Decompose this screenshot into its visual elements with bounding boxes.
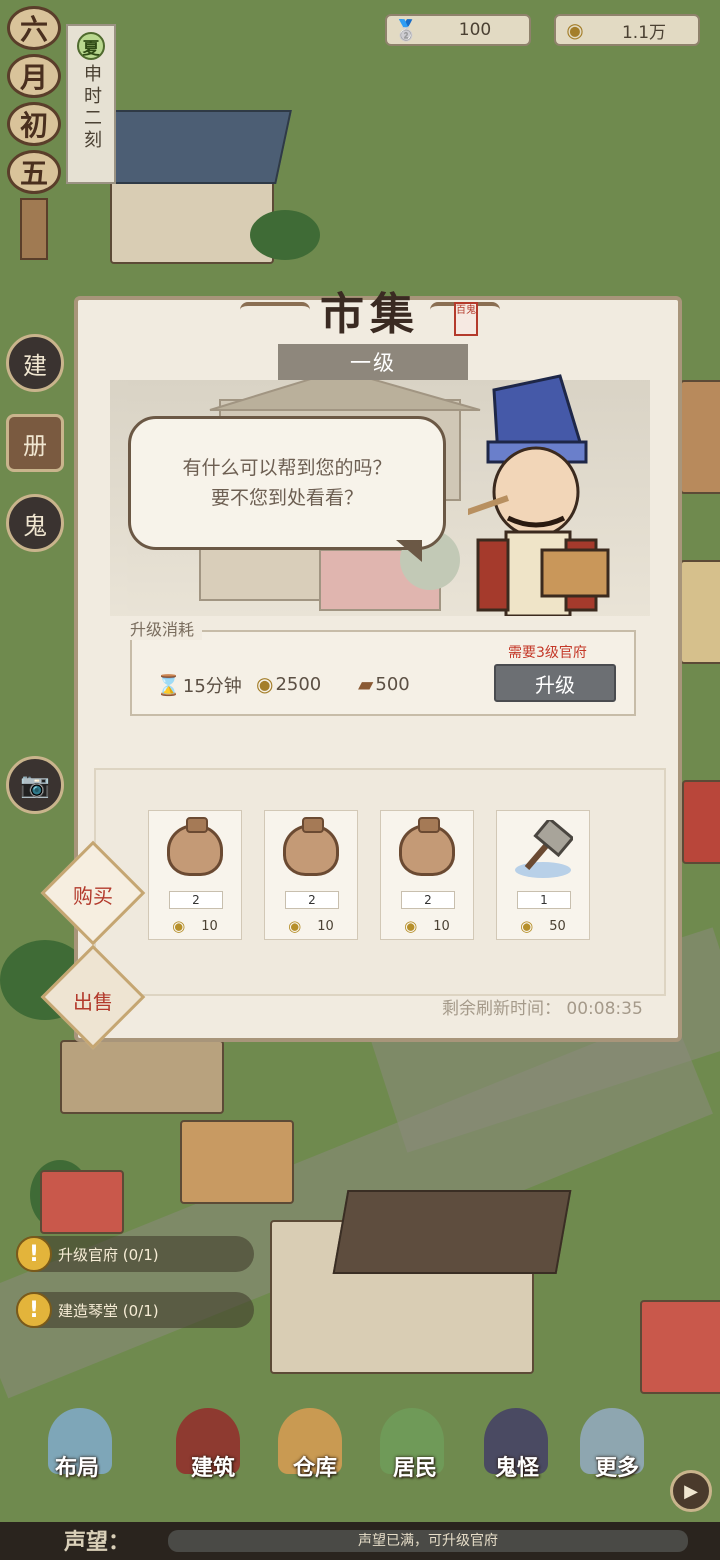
- item-price: ◉ 10: [265, 917, 357, 935]
- buy-tab-label: 购买: [73, 884, 113, 908]
- cost-wood: ▰ 500: [358, 672, 410, 696]
- panel-title-wrap: 市集 百鬼: [240, 278, 500, 340]
- cost-wood-value: 500: [375, 673, 410, 695]
- camera-button[interactable]: 📷: [6, 756, 64, 814]
- shop-item[interactable]: 2 ◉ 10: [264, 810, 358, 940]
- speech-tail: [396, 540, 422, 562]
- upgrade-cost-label: 升级消耗: [122, 616, 203, 640]
- speech-line: 有什么可以帮到您的吗？: [182, 457, 392, 479]
- nav-warehouse[interactable]: 仓库: [270, 1450, 360, 1482]
- sell-tab-label: 出售: [73, 990, 113, 1014]
- reputation-status: 声望已满，可升级官府: [358, 1533, 498, 1549]
- npc-speech-bubble: 有什么可以帮到您的吗？ 要不您到处看看？: [128, 416, 446, 550]
- hammer-icon: [511, 819, 575, 881]
- item-price-value: 10: [433, 918, 450, 934]
- item-price-value: 10: [201, 918, 218, 934]
- speech-line: 要不您到处看看？: [210, 487, 363, 509]
- coin-icon: ◉: [256, 672, 274, 696]
- title-decoration-left: [240, 302, 310, 318]
- silver-value: 100: [458, 20, 492, 40]
- shop-item[interactable]: 2 ◉ 10: [148, 810, 242, 940]
- silver-ingot-icon: 🥈: [393, 18, 419, 42]
- item-price: ◉ 10: [381, 917, 473, 935]
- coin-value: 1.1万: [621, 22, 667, 43]
- item-qty: 1: [517, 891, 571, 909]
- level-label: 一级: [278, 344, 468, 380]
- cost-time-value: 15分钟: [182, 676, 242, 697]
- coin-counter: ◉ 1.1万: [554, 14, 700, 46]
- upgrade-requirement: 需要3级官府: [508, 645, 587, 661]
- date-char: 月: [7, 54, 61, 98]
- nav-more[interactable]: 更多: [572, 1450, 662, 1482]
- seed-bag-icon: [279, 817, 343, 881]
- coin-icon: ◉: [404, 917, 418, 935]
- season-badge: 夏: [77, 32, 105, 60]
- ghost-button[interactable]: 鬼: [6, 494, 64, 552]
- cost-coins-value: 2500: [275, 673, 322, 695]
- item-price-value: 50: [549, 918, 566, 934]
- nav-residents[interactable]: 居民: [370, 1450, 460, 1482]
- refresh-timer: 剩余刷新时间： 00:08:35: [442, 999, 643, 1019]
- quest-item[interactable]: ! 建造琴堂 (0/1): [16, 1292, 254, 1328]
- shop-item[interactable]: 2 ◉ 10: [380, 810, 474, 940]
- item-qty: 2: [285, 891, 339, 909]
- build-icon: 建: [23, 351, 47, 380]
- quest-item[interactable]: ! 升级官府 (0/1): [16, 1236, 254, 1272]
- camera-icon: 📷: [20, 771, 50, 799]
- silver-counter: 🥈 100: [385, 14, 531, 46]
- exclamation-icon: !: [16, 1236, 52, 1272]
- coin-icon: ◉: [172, 917, 186, 935]
- wood-icon: ▰: [358, 672, 374, 696]
- nav-layout[interactable]: 布局: [32, 1450, 122, 1482]
- item-qty: 2: [169, 891, 223, 909]
- date-char: 五: [7, 150, 61, 194]
- time-text: 申时二刻: [81, 64, 102, 152]
- nav-monsters[interactable]: 鬼怪: [472, 1450, 562, 1482]
- copper-coin-icon: ◉: [566, 18, 584, 42]
- cost-time: ⌛ 15分钟: [156, 672, 242, 698]
- item-price-value: 10: [317, 918, 334, 934]
- date-char: 初: [7, 102, 61, 146]
- next-arrow-icon[interactable]: ▶: [670, 1470, 712, 1512]
- cost-coins: ◉ 2500: [256, 672, 321, 696]
- coin-icon: ◉: [520, 917, 534, 935]
- upgrade-button[interactable]: 升级: [494, 664, 616, 702]
- coin-icon: ◉: [288, 917, 302, 935]
- merchant-npc[interactable]: [461, 372, 618, 618]
- item-qty: 2: [401, 891, 455, 909]
- exclamation-icon: !: [16, 1292, 52, 1328]
- quest-label: 升级官府 (0/1): [58, 1245, 159, 1264]
- seed-bag-icon: [395, 817, 459, 881]
- item-price: ◉ 10: [149, 917, 241, 935]
- seed-bag-icon: [163, 817, 227, 881]
- ghost-icon: 鬼: [23, 511, 47, 540]
- reputation-label: 声望：: [64, 1530, 131, 1555]
- quest-label: 建造琴堂 (0/1): [58, 1301, 159, 1320]
- books-button[interactable]: 册: [6, 414, 64, 472]
- books-icon: 册: [23, 431, 47, 460]
- shop-item[interactable]: 1 ◉ 50: [496, 810, 590, 940]
- calendar-tassel: [20, 198, 48, 260]
- item-price: ◉ 50: [497, 917, 589, 935]
- nav-building[interactable]: 建筑: [168, 1450, 258, 1482]
- hourglass-icon: ⌛: [156, 673, 181, 697]
- time-tag: 夏 申时二刻: [66, 24, 116, 184]
- seal-stamp: 百鬼: [454, 302, 478, 336]
- build-button[interactable]: 建: [6, 334, 64, 392]
- date-char: 六: [7, 6, 61, 50]
- calendar-pillar[interactable]: 六 月 初 五: [4, 0, 64, 260]
